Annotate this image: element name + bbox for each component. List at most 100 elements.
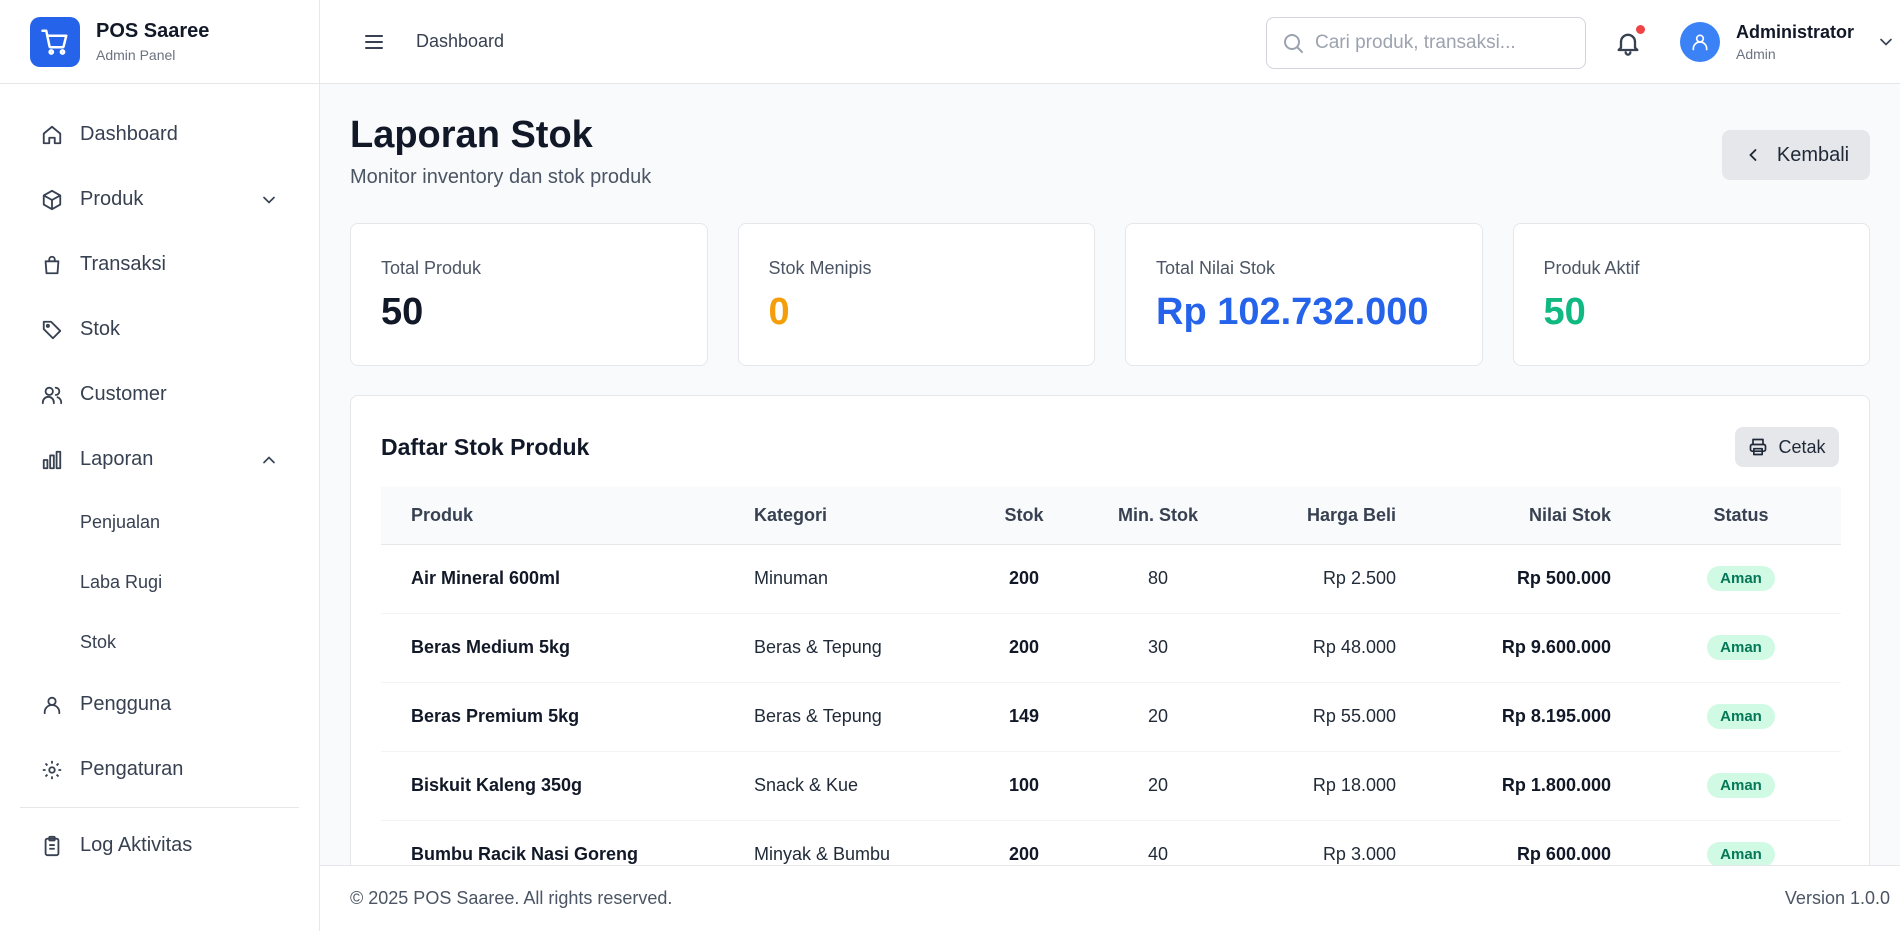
sidebar-item-pengguna[interactable]: Pengguna [0, 672, 319, 737]
column-header[interactable]: Produk [381, 487, 724, 544]
chevron-left-icon [1749, 149, 1757, 161]
cell-min-stok: 30 [1147, 637, 1169, 657]
chevron-down-icon [263, 196, 275, 204]
column-header[interactable]: Min. Stok [1084, 487, 1232, 544]
cell-kategori: Snack & Kue [754, 775, 859, 795]
bar-chart-icon [40, 448, 64, 472]
stat-card-total-nilai-stok: Total Nilai Stok Rp 102.732.000 [1125, 223, 1483, 366]
stock-table-card: Daftar Stok Produk Cetak Produk Kategori… [350, 395, 1870, 925]
cell-produk: Beras Premium 5kg [411, 706, 580, 726]
status-badge: Aman [1707, 842, 1775, 867]
page-subtitle: Monitor inventory dan stok produk [350, 166, 652, 188]
column-header[interactable]: Stok [964, 487, 1084, 544]
cell-stok: 200 [1008, 568, 1040, 588]
users-icon [40, 383, 64, 407]
avatar [1680, 22, 1720, 62]
table-header-row: Produk Kategori Stok Min. Stok Harga Bel… [381, 487, 1841, 544]
stat-value: 50 [381, 291, 424, 333]
top-header: Dashboard Administrator Admin [320, 0, 1900, 84]
sidebar-item-produk[interactable]: Produk [0, 167, 319, 232]
shopping-bag-icon [40, 253, 64, 277]
brand-subtitle: Admin Panel [96, 47, 176, 63]
cell-min-stok: 20 [1147, 775, 1169, 795]
cell-produk: Biskuit Kaleng 350g [411, 775, 583, 795]
stat-label: Total Nilai Stok [1156, 258, 1276, 278]
cell-nilai-stok: Rp 1.800.000 [1501, 775, 1611, 795]
user-name: Administrator [1736, 22, 1855, 42]
stat-card-stok-menipis: Stok Menipis 0 [737, 223, 1095, 366]
printer-icon [1750, 438, 1767, 456]
sidebar-item-label: Pengaturan [80, 758, 184, 780]
sidebar-item-pengaturan[interactable]: Pengaturan [0, 737, 319, 802]
column-header[interactable]: Status [1641, 487, 1841, 544]
search-input[interactable] [1315, 32, 1565, 54]
sidebar-item-customer[interactable]: Customer [0, 362, 319, 427]
cell-produk: Beras Medium 5kg [411, 637, 571, 657]
stat-card-total-produk: Total Produk 50 [350, 223, 708, 366]
cell-min-stok: 80 [1147, 568, 1169, 588]
cell-kategori: Beras & Tepung [754, 706, 882, 726]
stat-label: Stok Menipis [768, 258, 872, 278]
print-button[interactable]: Cetak [1735, 427, 1839, 467]
table-row[interactable]: Air Mineral 600ml Minuman 200 80 Rp 2.50… [381, 544, 1841, 613]
footer-copyright: © 2025 POS Saaree. All rights reserved. [350, 888, 673, 908]
brand-name: POS Saaree [96, 20, 210, 42]
header-breadcrumb: Dashboard [416, 31, 505, 51]
sidebar-divider [20, 807, 299, 808]
column-header[interactable]: Nilai Stok [1426, 487, 1641, 544]
sidebar-item-dashboard[interactable]: Dashboard [0, 102, 319, 167]
sidebar-nav: Dashboard Produk Transaksi Stok Customer… [0, 84, 319, 878]
sidebar-subitem-laba-rugi[interactable]: Laba Rugi [0, 552, 319, 612]
sidebar-item-label: Laporan [80, 448, 154, 470]
table-row[interactable]: Biskuit Kaleng 350g Snack & Kue 100 20 R… [381, 751, 1841, 820]
table-row[interactable]: Beras Premium 5kg Beras & Tepung 149 20 … [381, 682, 1841, 751]
sidebar-item-label: Stok [80, 318, 121, 340]
sidebar-item-stok[interactable]: Stok [0, 297, 319, 362]
card-title: Daftar Stok Produk [381, 434, 590, 460]
cell-harga-beli: Rp 18.000 [1312, 775, 1396, 795]
main-content: Laporan Stok Monitor inventory dan stok … [320, 84, 1900, 925]
cell-produk: Air Mineral 600ml [411, 568, 561, 588]
sidebar-item-laporan[interactable]: Laporan [0, 427, 319, 492]
status-badge: Aman [1707, 566, 1775, 591]
sidebar-item-label: Log Aktivitas [80, 834, 193, 856]
sidebar-subitem-stok[interactable]: Stok [0, 612, 319, 672]
print-button-label: Cetak [1778, 436, 1826, 457]
status-badge: Aman [1707, 704, 1775, 729]
cell-harga-beli: Rp 48.000 [1312, 637, 1396, 657]
cell-nilai-stok: Rp 9.600.000 [1501, 637, 1611, 657]
search-box[interactable] [1266, 17, 1586, 69]
footer: © 2025 POS Saaree. All rights reserved. … [320, 865, 1900, 931]
table-row[interactable]: Beras Medium 5kg Beras & Tepung 200 30 R… [381, 613, 1841, 682]
stat-value: 50 [1543, 291, 1586, 333]
cell-nilai-stok: Rp 500.000 [1516, 568, 1611, 588]
cell-harga-beli: Rp 55.000 [1312, 706, 1396, 726]
cell-stok: 100 [1008, 775, 1040, 795]
user-menu[interactable]: Administrator Admin [1680, 22, 1896, 62]
column-header[interactable]: Kategori [724, 487, 964, 544]
stat-value: 0 [768, 291, 790, 333]
page-title: Laporan Stok [350, 114, 593, 156]
cell-kategori: Beras & Tepung [754, 637, 882, 657]
cell-stok: 200 [1008, 637, 1040, 657]
user-icon [1692, 34, 1708, 51]
sidebar-item-label: Produk [80, 188, 144, 210]
sidebar: POS Saaree Admin Panel Dashboard Produk … [0, 0, 320, 931]
sidebar-item-log-aktivitas[interactable]: Log Aktivitas [0, 813, 319, 878]
search-icon [1284, 34, 1303, 53]
menu-icon[interactable] [362, 30, 386, 54]
tag-icon [40, 318, 64, 342]
footer-version: Version 1.0.0 [1784, 888, 1890, 908]
cell-kategori: Minuman [754, 568, 829, 588]
cell-harga-beli: Rp 2.500 [1322, 568, 1396, 588]
chevron-up-icon [263, 455, 275, 463]
sidebar-item-transaksi[interactable]: Transaksi [0, 232, 319, 297]
cell-stok: 149 [1008, 706, 1040, 726]
column-header[interactable]: Harga Beli [1232, 487, 1426, 544]
stock-table: Produk Kategori Stok Min. Stok Harga Bel… [381, 487, 1841, 890]
sidebar-subitem-penjualan[interactable]: Penjualan [0, 492, 319, 552]
box-icon [40, 188, 64, 212]
brand[interactable]: POS Saaree Admin Panel [0, 0, 319, 84]
back-button[interactable]: Kembali [1722, 130, 1870, 180]
stat-card-produk-aktif: Produk Aktif 50 [1512, 223, 1870, 366]
